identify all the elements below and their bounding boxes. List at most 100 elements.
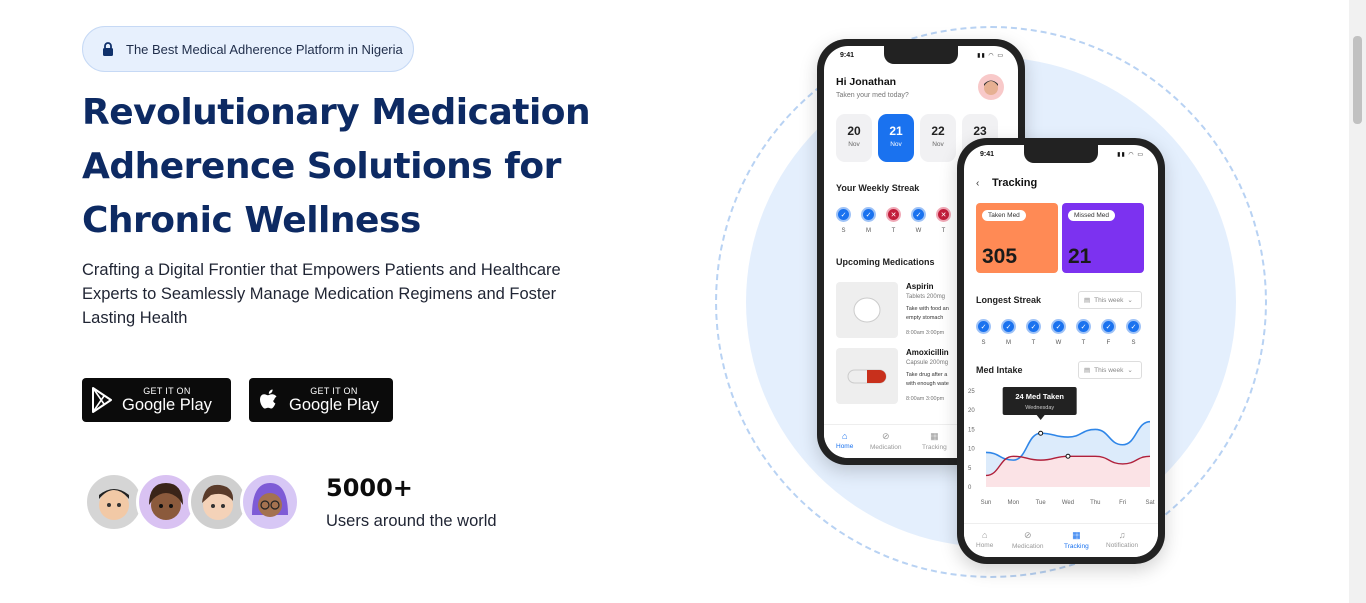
- med-time: 8:00am 3:00pm: [906, 330, 945, 336]
- apple-icon: [249, 378, 289, 422]
- y-tick-label: 25: [968, 389, 975, 395]
- period-value: This week: [1094, 296, 1124, 304]
- app-store-button[interactable]: GET IT ON Google Play: [249, 378, 393, 422]
- hero-subtitle: Crafting a Digital Frontier that Empower…: [82, 261, 561, 327]
- x-tick-label: Mon: [1007, 500, 1019, 506]
- amoxicillin-image: [836, 348, 898, 404]
- nav-tracking[interactable]: ▦ Tracking: [1064, 530, 1089, 550]
- tooltip-arrow: [1036, 415, 1045, 420]
- nav-tracking[interactable]: ▦ Tracking: [922, 431, 947, 451]
- date-chip-selected[interactable]: 21 Nov: [878, 114, 914, 162]
- x-tick-label: Tue: [1036, 500, 1047, 506]
- period-select[interactable]: ▤ This week ⌄: [1078, 291, 1142, 309]
- pill-icon: ⊘: [881, 431, 890, 441]
- x-tick-label: Thu: [1090, 500, 1100, 506]
- missed-med-label: Missed Med: [1068, 210, 1116, 221]
- nav-label: Tracking: [1064, 543, 1089, 550]
- weekly-streak-title: Your Weekly Streak: [836, 183, 920, 193]
- missed-med-value: 21: [1068, 245, 1092, 268]
- bell-icon: ♫: [1118, 530, 1126, 540]
- med-time: 8:00am 3:00pm: [906, 396, 945, 402]
- date-number: 21: [889, 124, 903, 138]
- chart-icon: ▦: [930, 431, 939, 441]
- home-icon: ⌂: [841, 431, 848, 441]
- check-icon: ✓: [1126, 319, 1141, 334]
- streak-day-label: T: [1081, 340, 1086, 346]
- streak-day-label: T: [1031, 340, 1036, 346]
- med-intake-title: Med Intake: [976, 365, 1023, 375]
- aspirin-image: [836, 282, 898, 338]
- med-info: Tablets 200mg: [906, 294, 946, 300]
- tooltip-subtitle: Wednesday: [1025, 405, 1054, 411]
- avatar: [136, 472, 196, 532]
- check-icon: ✓: [1101, 319, 1116, 334]
- greeting: Hi Jonathan: [836, 76, 897, 88]
- google-play-icon: [82, 378, 122, 422]
- date-chip[interactable]: 20 Nov: [836, 114, 872, 162]
- phone-notch: [884, 46, 958, 64]
- date-number: 23: [973, 124, 987, 138]
- streak-day-label: S: [1131, 340, 1136, 346]
- tooltip-point: [1038, 430, 1044, 436]
- streak-day-label: M: [866, 228, 871, 234]
- cross-icon: ✕: [936, 207, 951, 222]
- avatar: [84, 472, 144, 532]
- streak-day-label: S: [841, 228, 846, 234]
- nav-medication[interactable]: ⊘ Medication: [870, 431, 901, 451]
- date-month: Nov: [932, 141, 944, 148]
- date-chip[interactable]: 22 Nov: [920, 114, 956, 162]
- nav-label: Notification: [1106, 542, 1139, 549]
- check-icon: ✓: [1051, 319, 1066, 334]
- streak-day-label: W: [915, 228, 922, 234]
- date-month: Nov: [890, 141, 902, 148]
- med-intake-chart: 0 5 10 15 20 25 Sun Mon Tue Wed Thu Fri Sat 24 Med Ta…: [968, 387, 1155, 506]
- check-icon: ✓: [1026, 319, 1041, 334]
- users-label: Users around the world: [326, 512, 497, 530]
- date-month: Nov: [848, 141, 860, 148]
- profile-avatar[interactable]: [978, 74, 1004, 100]
- status-time: 9:41: [980, 151, 995, 158]
- scrollbar-thumb[interactable]: [1353, 36, 1362, 124]
- check-icon: ✓: [976, 319, 991, 334]
- check-icon: ✓: [1001, 319, 1016, 334]
- page-scrollbar[interactable]: [1349, 0, 1366, 603]
- nav-home[interactable]: ⌂ Home: [976, 530, 993, 549]
- store-small-text: GET IT ON: [143, 386, 191, 396]
- back-chevron-icon[interactable]: ‹: [976, 178, 979, 189]
- greeting-question: Taken your med today?: [836, 92, 909, 99]
- store-small-text: GET IT ON: [310, 386, 358, 396]
- intake-period-select[interactable]: ▤ This week ⌄: [1078, 361, 1142, 379]
- google-play-button[interactable]: GET IT ON Google Play: [82, 378, 231, 422]
- check-icon: ✓: [911, 207, 926, 222]
- chart-icon: ▦: [1072, 530, 1081, 540]
- y-tick-label: 20: [968, 408, 975, 414]
- y-tick-label: 10: [968, 447, 975, 453]
- date-number: 20: [847, 124, 861, 138]
- nav-medication[interactable]: ⊘ Medication: [1012, 530, 1043, 550]
- streak-day-label: W: [1055, 340, 1062, 346]
- home-icon: ⌂: [981, 530, 988, 540]
- chevron-down-icon: ⌄: [1127, 297, 1133, 304]
- store-large-text: Google Play: [122, 396, 212, 414]
- cross-icon: ✕: [886, 207, 901, 222]
- streak-day-label: T: [941, 228, 946, 234]
- avatar: [188, 472, 248, 532]
- status-icons: ▮▮ ◠ ▭: [1117, 152, 1144, 158]
- streak-day-label: F: [1106, 340, 1111, 346]
- nav-label: Medication: [870, 444, 902, 451]
- missed-med-card: Missed Med 21: [1062, 203, 1144, 273]
- longest-streak-title: Longest Streak: [976, 295, 1042, 305]
- y-tick-label: 5: [968, 466, 972, 472]
- med-info: Capsule 200mg: [906, 360, 949, 366]
- nav-notification[interactable]: ♫ Notification: [1106, 530, 1138, 549]
- nav-home[interactable]: ⌂ Home: [836, 431, 853, 450]
- x-tick-label: Sat: [1145, 500, 1154, 506]
- date-number: 22: [931, 124, 945, 138]
- upcoming-title: Upcoming Medications: [836, 257, 935, 267]
- chevron-down-icon: ⌄: [1127, 367, 1133, 374]
- x-tick-label: Sun: [981, 500, 992, 506]
- taken-med-value: 305: [982, 245, 1018, 268]
- tooltip-title: 24 Med Taken: [1015, 392, 1064, 401]
- hero-badge: The Best Medical Adherence Platform in N…: [82, 26, 414, 72]
- store-large-text: Google Play: [289, 396, 379, 414]
